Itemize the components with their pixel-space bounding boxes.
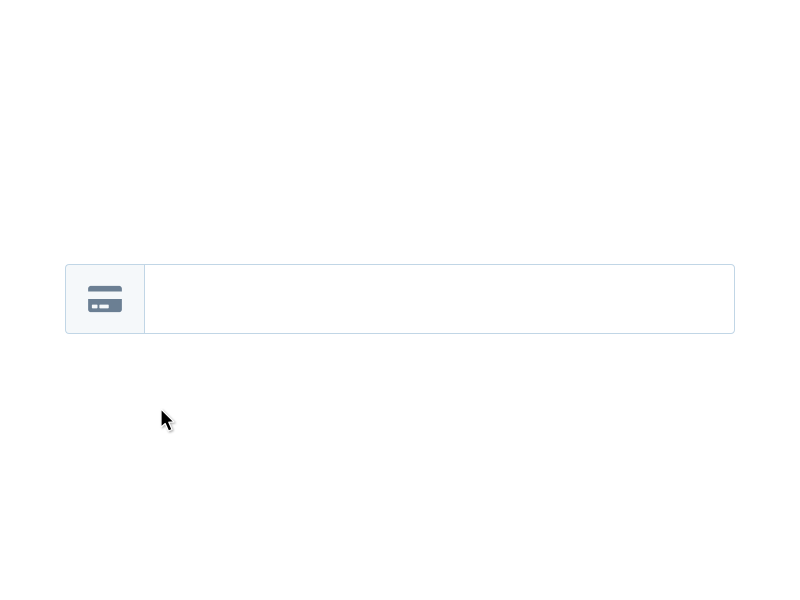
credit-card-input-group bbox=[65, 264, 735, 334]
credit-card-icon bbox=[86, 284, 124, 314]
input-addon bbox=[65, 264, 144, 334]
mouse-cursor bbox=[161, 409, 179, 435]
credit-card-addon bbox=[65, 264, 144, 334]
credit-card-input[interactable] bbox=[144, 264, 735, 334]
